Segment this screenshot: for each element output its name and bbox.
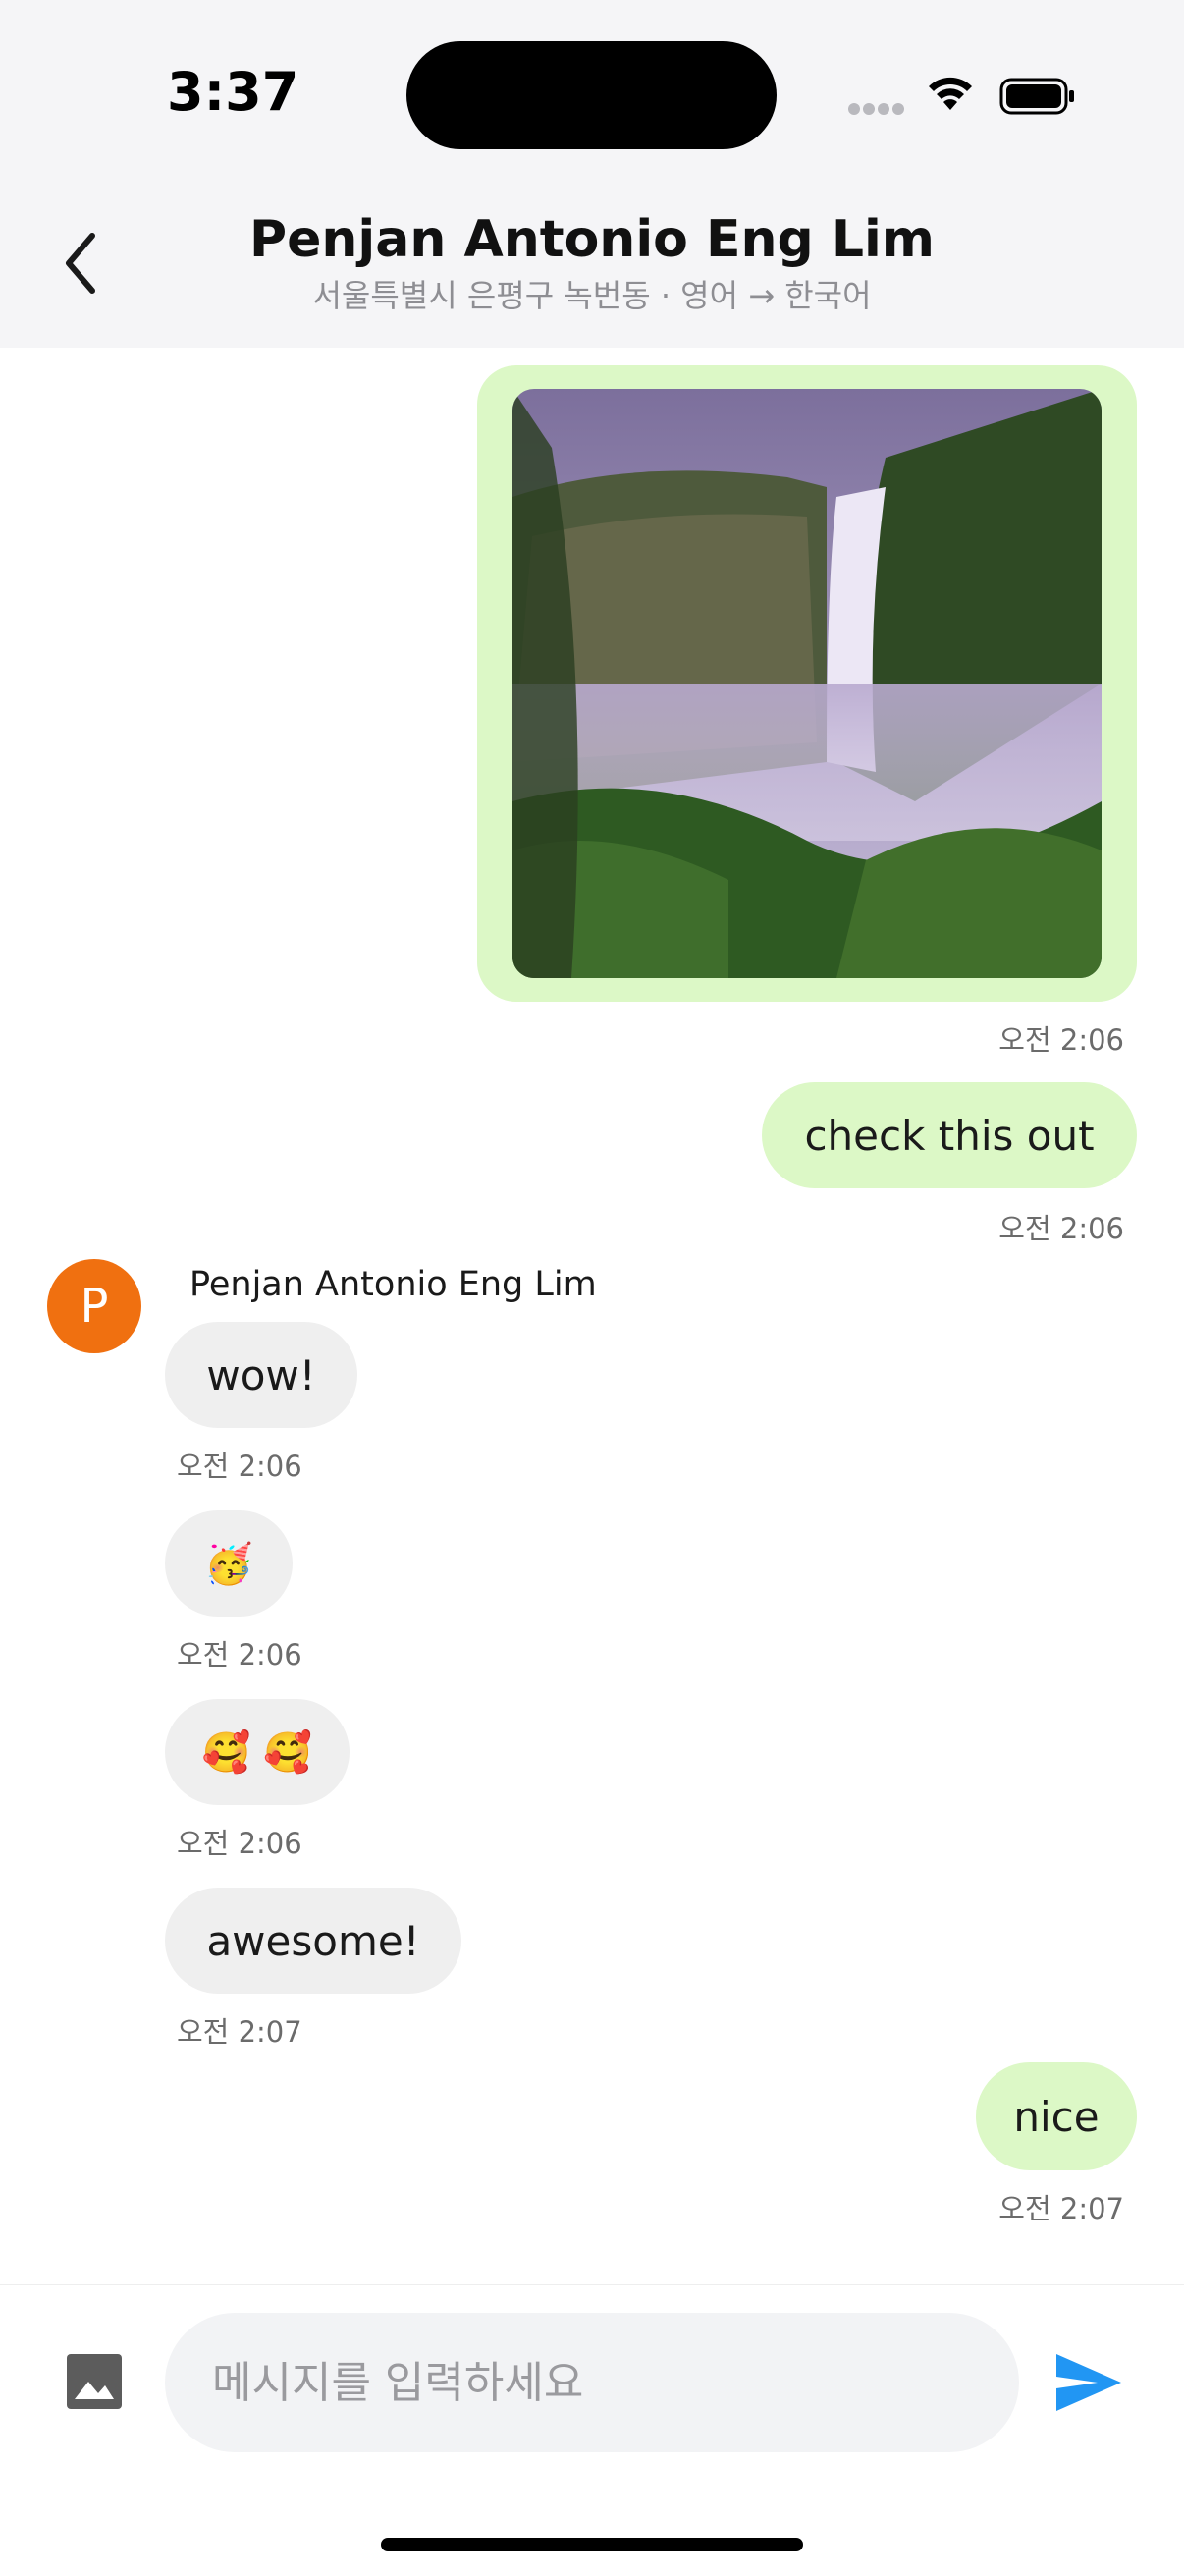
waterfall-photo[interactable] [512,389,1102,978]
message-input[interactable] [165,2313,1019,2452]
status-time: 3:37 [167,61,299,123]
send-icon[interactable] [1052,2350,1123,2415]
message-composer [0,2284,1184,2576]
cellular-signal-icon [848,103,905,115]
chat-title: Penjan Antonio Eng Lim [249,210,935,269]
outgoing-message-bubble[interactable]: check this out [762,1082,1137,1188]
header-bar: 3:37 Penjan Antonio Eng Lim 서울특별시 은평구 녹번… [0,0,1184,348]
home-indicator[interactable] [381,2538,803,2551]
message-time: 오전 2:07 [177,2015,302,2049]
message-time: 오전 2:06 [998,1023,1124,1057]
incoming-emoji-bubble[interactable]: 🥰 🥰 [165,1699,350,1805]
incoming-message-bubble[interactable]: awesome! [165,1888,461,1994]
incoming-message-bubble[interactable]: wow! [165,1322,357,1428]
battery-icon [999,78,1074,115]
message-time: 오전 2:07 [998,2192,1124,2225]
message-time: 오전 2:06 [177,1638,302,1672]
message-time: 오전 2:06 [177,1827,302,1860]
image-icon[interactable] [65,2352,124,2411]
image-message-bubble[interactable] [477,365,1137,1002]
message-time: 오전 2:06 [177,1450,302,1483]
avatar[interactable]: P [47,1259,141,1353]
sender-name: Penjan Antonio Eng Lim [189,1265,597,1304]
dynamic-island [406,41,777,149]
outgoing-message-bubble[interactable]: nice [976,2062,1137,2170]
wifi-icon [929,77,972,110]
chat-subtitle: 서울특별시 은평구 녹번동 · 영어 → 한국어 [312,277,872,314]
message-time: 오전 2:06 [998,1212,1124,1245]
incoming-emoji-bubble[interactable]: 🥳 [165,1510,293,1617]
